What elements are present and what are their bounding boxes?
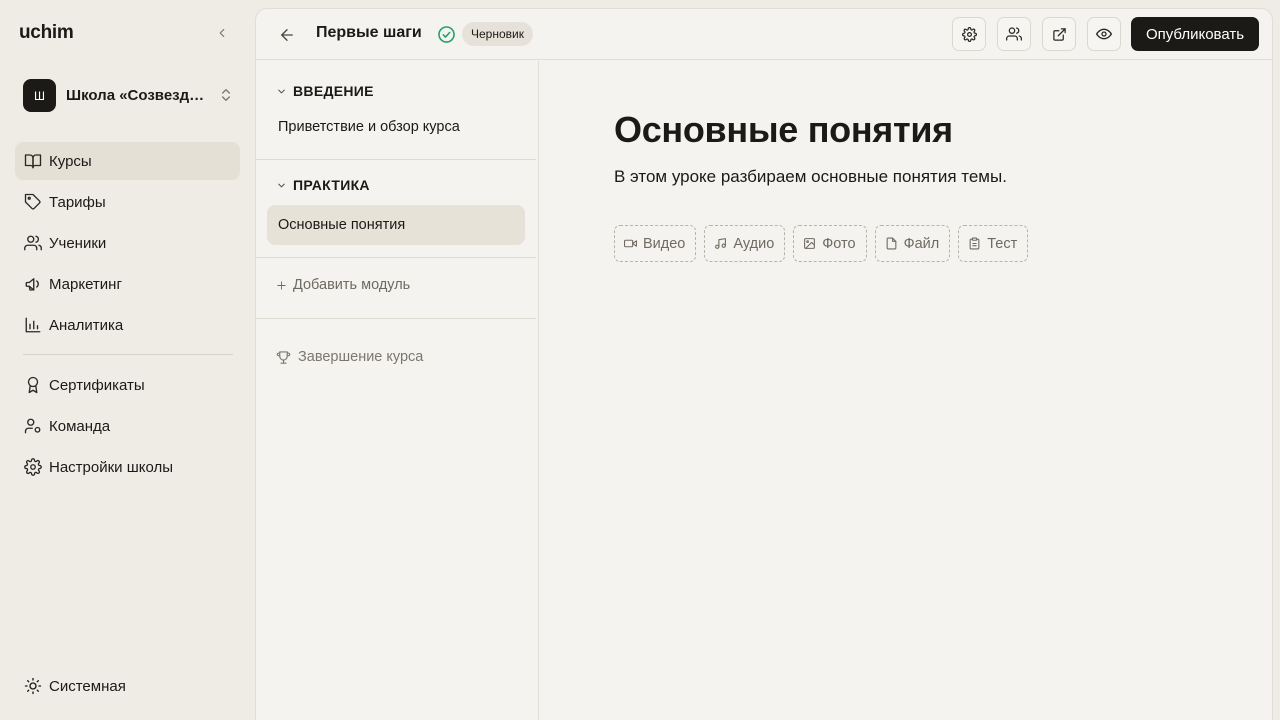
block-label: Видео	[643, 235, 686, 252]
brand-logo[interactable]: uchim	[19, 22, 74, 44]
status-badge: Черновик	[462, 22, 533, 46]
clipboard-icon	[968, 237, 981, 250]
add-test-button[interactable]: Тест	[958, 225, 1029, 262]
trophy-icon	[276, 350, 291, 365]
sidebar-item-team[interactable]: Команда	[15, 407, 240, 445]
sidebar-item-label: Настройки школы	[49, 458, 174, 476]
sidebar-item-courses[interactable]: Курсы	[15, 142, 240, 180]
tag-icon	[24, 193, 42, 211]
add-audio-button[interactable]: Аудио	[704, 225, 786, 262]
sidebar-item-marketing[interactable]: Маркетинг	[15, 265, 240, 303]
external-link-icon	[1052, 27, 1066, 41]
lesson-title: Приветствие и обзор курса	[278, 119, 460, 135]
add-block-toolbar: Видео Аудио Фото Файл Тест	[614, 225, 1036, 262]
course-access-button[interactable]	[997, 17, 1031, 51]
sidebar-item-label: Сертификаты	[49, 376, 145, 394]
school-avatar: Ш	[23, 79, 56, 112]
lesson-item[interactable]: Приветствие и обзор курса	[267, 107, 525, 147]
course-completion-label: Завершение курса	[298, 349, 424, 365]
course-editor-panel: Первые шаги Черновик Опубликовать ВВЕДЕН…	[255, 8, 1273, 720]
lesson-editor: Основные понятия В этом уроке разбираем …	[540, 61, 1272, 720]
preview-button[interactable]	[1087, 17, 1121, 51]
gear-icon	[961, 26, 977, 42]
chevron-down-icon	[276, 86, 288, 97]
sidebar-item-school-settings[interactable]: Настройки школы	[15, 448, 240, 486]
add-file-button[interactable]: Файл	[874, 225, 951, 262]
sidebar-item-label: Ученики	[49, 234, 107, 252]
check-circle-icon	[437, 25, 456, 44]
theme-label: Системная	[49, 677, 126, 695]
sun-icon	[24, 677, 42, 695]
course-settings-button[interactable]	[952, 17, 986, 51]
block-label: Аудио	[733, 235, 775, 252]
lesson-title-heading[interactable]: Основные понятия	[614, 109, 953, 151]
arrow-left-icon	[281, 29, 293, 41]
book-open-icon	[24, 152, 42, 170]
module-divider	[256, 257, 536, 258]
music-icon	[714, 237, 727, 250]
publish-button[interactable]: Опубликовать	[1131, 17, 1259, 51]
course-outline: ВВЕДЕНИЕ Приветствие и обзор курса ПРАКТ…	[256, 61, 539, 720]
back-button[interactable]	[276, 24, 298, 46]
users-icon	[24, 234, 42, 252]
add-module-button[interactable]: Добавить модуль	[276, 277, 410, 293]
sidebar-item-analytics[interactable]: Аналитика	[15, 306, 240, 344]
sidebar-item-students[interactable]: Ученики	[15, 224, 240, 262]
sidebar-item-label: Маркетинг	[49, 275, 122, 293]
file-icon	[885, 237, 898, 250]
nav-divider	[23, 354, 233, 355]
module-title: ПРАКТИКА	[293, 177, 370, 193]
sidebar-item-certificates[interactable]: Сертификаты	[15, 366, 240, 404]
plus-icon	[276, 280, 288, 291]
block-label: Файл	[903, 235, 940, 252]
lesson-item-active[interactable]: Основные понятия	[267, 205, 525, 245]
module-divider	[256, 159, 536, 160]
open-external-button[interactable]	[1042, 17, 1076, 51]
block-label: Фото	[822, 235, 856, 252]
sidebar-item-label: Команда	[49, 417, 111, 435]
video-icon	[624, 237, 637, 250]
lesson-description[interactable]: В этом уроке разбираем основные понятия …	[614, 167, 1007, 187]
theme-toggle[interactable]: Системная	[15, 667, 240, 705]
user-cog-icon	[24, 417, 42, 435]
eye-icon	[1096, 28, 1112, 40]
chevron-down-icon	[276, 180, 288, 191]
school-switcher[interactable]: Ш Школа «Созвездие»	[23, 78, 238, 113]
sidebar-item-label: Тарифы	[49, 193, 106, 211]
module-header-practice[interactable]: ПРАКТИКА	[276, 175, 370, 195]
sidebar: uchim Ш Школа «Созвездие» Курсы Тарифы У…	[0, 0, 255, 720]
block-label: Тест	[987, 235, 1018, 252]
module-header-intro[interactable]: ВВЕДЕНИЕ	[276, 81, 374, 101]
add-photo-button[interactable]: Фото	[793, 225, 867, 262]
course-completion-item[interactable]: Завершение курса	[276, 349, 423, 365]
sidebar-item-tariffs[interactable]: Тарифы	[15, 183, 240, 221]
main-nav: Курсы Тарифы Ученики Маркетинг Аналитика	[15, 142, 240, 489]
chevron-left-icon	[219, 28, 225, 38]
chevrons-up-down-icon	[218, 87, 234, 103]
bar-chart-icon	[24, 316, 42, 334]
megaphone-icon	[24, 275, 42, 293]
collapse-sidebar-button[interactable]	[212, 23, 232, 43]
lesson-title: Основные понятия	[278, 217, 406, 233]
gear-icon	[24, 458, 42, 476]
sidebar-item-label: Аналитика	[49, 316, 124, 334]
editor-toolbar: Первые шаги Черновик Опубликовать	[256, 9, 1272, 60]
add-module-label: Добавить модуль	[293, 277, 411, 293]
module-title: ВВЕДЕНИЕ	[293, 83, 374, 99]
users-icon	[1006, 27, 1022, 41]
school-name: Школа «Созвездие»	[66, 87, 206, 104]
sidebar-item-label: Курсы	[49, 152, 92, 170]
award-icon	[24, 376, 42, 394]
outline-divider	[256, 318, 536, 319]
add-video-button[interactable]: Видео	[614, 225, 697, 262]
course-title: Первые шаги	[316, 24, 422, 41]
image-icon	[803, 237, 816, 250]
